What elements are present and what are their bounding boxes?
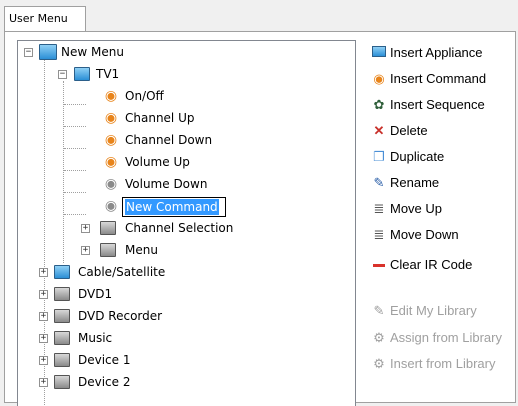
library-icon: ⚙ <box>373 330 385 345</box>
tree-item-label: On/Off <box>125 89 164 103</box>
expand-icon[interactable]: + <box>39 356 48 365</box>
expand-icon[interactable]: + <box>39 378 48 387</box>
menu-root-icon <box>39 44 57 60</box>
tree-item-device[interactable]: + Cable/Satellite <box>18 262 355 284</box>
tab-strip: User Menu <box>0 0 518 32</box>
rename-edit-text: New Command <box>125 199 219 215</box>
tree-item-label: TV1 <box>96 67 120 81</box>
tree-item-tv1[interactable]: − TV1 <box>18 64 355 86</box>
tv-icon <box>54 353 70 367</box>
signal-icon: ◉ <box>104 198 118 214</box>
tv-icon <box>54 375 70 389</box>
tree-item-command[interactable]: ◉ Channel Up <box>18 108 355 130</box>
tree-item-label: Channel Up <box>125 111 195 125</box>
tv-icon <box>54 331 70 345</box>
tree-item-label: Channel Selection <box>125 221 234 235</box>
tree-item-device[interactable]: + Music <box>18 328 355 350</box>
tree-item-device[interactable]: + DVD Recorder <box>18 306 355 328</box>
sequence-icon: ✿ <box>373 97 385 112</box>
tree-item-command[interactable]: ◉ On/Off <box>18 86 355 108</box>
tree-item-command[interactable]: ◉ Volume Down <box>18 174 355 196</box>
expand-icon[interactable]: + <box>39 268 48 277</box>
tree-item-label: New Menu <box>61 45 124 59</box>
delete-icon: ✕ <box>373 123 385 138</box>
rename-edit-field[interactable]: New Command <box>122 197 226 217</box>
tv-icon <box>371 45 387 61</box>
clear-icon <box>371 257 387 273</box>
menu-tree[interactable]: − New Menu − TV1 ◉ On/Off ◉ Channel Up ◉… <box>17 40 356 406</box>
tree-item-device[interactable]: + DVD1 <box>18 284 355 306</box>
expand-icon[interactable]: + <box>81 224 90 233</box>
move-down-icon: ≣ <box>373 227 385 242</box>
signal-icon: ◉ <box>104 88 118 104</box>
collapse-icon[interactable]: − <box>24 48 33 57</box>
signal-icon: ◉ <box>104 132 118 148</box>
tv-icon <box>74 67 90 81</box>
expand-icon[interactable]: + <box>39 334 48 343</box>
tree-item-new-menu[interactable]: − New Menu <box>18 42 355 64</box>
tree-item-label: Menu <box>125 243 158 257</box>
tree-item-label: Device 1 <box>78 353 131 367</box>
expand-icon[interactable]: + <box>39 290 48 299</box>
expand-icon[interactable]: + <box>81 246 90 255</box>
folder-icon <box>100 243 116 257</box>
signal-icon: ◉ <box>373 71 385 86</box>
tree-item-menu[interactable]: + Menu <box>18 240 355 262</box>
expand-icon[interactable]: + <box>39 312 48 321</box>
signal-icon: ◉ <box>104 154 118 170</box>
duplicate-icon: ❐ <box>373 149 385 164</box>
tree-item-label: Volume Up <box>125 155 190 169</box>
tree-item-label: Cable/Satellite <box>78 265 166 279</box>
tree-item-label: Channel Down <box>125 133 213 147</box>
tree-item-new-command[interactable]: ◉ New Command <box>18 196 355 218</box>
signal-icon: ◉ <box>104 176 118 192</box>
tab-user-menu[interactable]: User Menu <box>4 6 86 32</box>
tv-icon <box>54 287 70 301</box>
library-icon: ⚙ <box>373 356 385 371</box>
tree-item-command[interactable]: ◉ Channel Down <box>18 130 355 152</box>
signal-icon: ◉ <box>104 110 118 126</box>
tree-item-device[interactable]: + Device 2 <box>18 372 355 394</box>
tree-item-label: Device 2 <box>78 375 131 389</box>
tv-icon <box>54 309 70 323</box>
rename-icon: ✎ <box>373 175 385 190</box>
collapse-icon[interactable]: − <box>58 70 67 79</box>
tree-item-label: Music <box>78 331 113 345</box>
tree-item-label: Volume Down <box>125 177 208 191</box>
tree-item-label: DVD Recorder <box>78 309 163 323</box>
tree-item-channel-selection[interactable]: + Channel Selection <box>18 218 355 240</box>
tree-item-command[interactable]: ◉ Volume Up <box>18 152 355 174</box>
edit-icon: ✎ <box>373 303 385 318</box>
tree-item-label: DVD1 <box>78 287 113 301</box>
move-up-icon: ≣ <box>373 201 385 216</box>
tree-item-device[interactable]: + Device 1 <box>18 350 355 372</box>
folder-icon <box>100 221 116 235</box>
tv-icon <box>54 265 70 279</box>
